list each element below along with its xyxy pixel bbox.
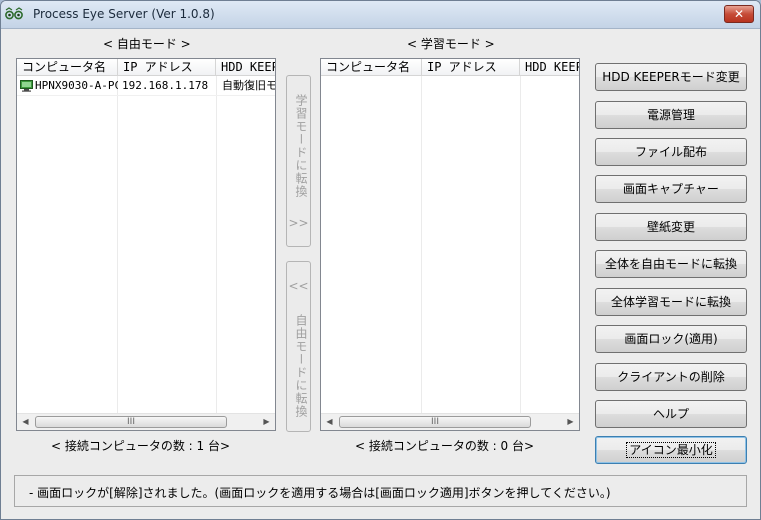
window-title: Process Eye Server (Ver 1.0.8) — [33, 7, 215, 21]
grid-divider — [520, 76, 521, 413]
grid-divider — [117, 76, 118, 413]
status-message: - 画面ロックが[解除]されました。(画面ロックを適用する場合は[画面ロック適用… — [29, 486, 611, 500]
status-bar: - 画面ロックが[解除]されました。(画面ロックを適用する場合は[画面ロック適用… — [14, 475, 747, 507]
double-right-arrow-icon: >> — [288, 216, 309, 230]
main-window: Process Eye Server (Ver 1.0.8) ✕ < 自由モード… — [0, 0, 761, 520]
power-management-button[interactable]: 電源管理 — [595, 101, 747, 129]
grid-divider — [17, 95, 275, 96]
free-mode-list[interactable]: コンピュータ名 IP アドレス HDD KEEPE HPNX9030-A-PC … — [16, 58, 276, 431]
scroll-left-icon[interactable]: ◀ — [321, 414, 338, 430]
hdd-keeper-mode-button[interactable]: HDD KEEPERモード変更 — [595, 63, 747, 91]
transfer-to-free-label: 自由モードに転換 — [294, 314, 308, 418]
scroll-left-icon[interactable]: ◀ — [17, 414, 34, 430]
scroll-right-icon[interactable]: ▶ — [562, 414, 579, 430]
minimize-to-icon-label: アイコン最小化 — [626, 442, 716, 458]
double-left-arrow-icon: << — [288, 279, 309, 293]
transfer-to-free-button[interactable]: << 自由モードに転換 — [286, 261, 311, 432]
transfer-to-learn-label: 学習モードに転換 — [294, 94, 308, 198]
scroll-right-icon[interactable]: ▶ — [258, 414, 275, 430]
title-bar[interactable]: Process Eye Server (Ver 1.0.8) ✕ — [1, 1, 760, 29]
screen-capture-button[interactable]: 画面キャプチャー — [595, 175, 747, 203]
all-to-learn-mode-button[interactable]: 全体学習モードに転換 — [595, 288, 747, 316]
owl-eyes-icon — [5, 7, 23, 20]
transfer-to-learn-button[interactable]: 学習モードに転換 >> — [286, 75, 311, 247]
scroll-thumb[interactable]: III — [339, 416, 531, 428]
computer-name-cell: HPNX9030-A-PC — [35, 79, 118, 92]
free-mode-horizontal-scrollbar[interactable]: ◀ III ▶ — [17, 413, 275, 430]
table-row[interactable]: HPNX9030-A-PC 192.168.1.178 自動復旧モ — [17, 77, 275, 95]
column-header-computer-name[interactable]: コンピュータ名 — [321, 59, 422, 76]
grid-divider — [421, 76, 422, 413]
hdd-keeper-cell: 自動復旧モ — [222, 79, 276, 92]
ip-address-cell: 192.168.1.178 — [122, 79, 209, 92]
column-header-hdd-keeper[interactable]: HDD KEEPE — [216, 59, 275, 76]
learn-mode-count: < 接続コンピュータの数 : 0 台> — [355, 439, 535, 453]
all-to-free-mode-button[interactable]: 全体を自由モードに転換 — [595, 250, 747, 278]
free-mode-caption: < 自由モード > — [103, 37, 191, 51]
free-mode-list-header: コンピュータ名 IP アドレス HDD KEEPE — [17, 59, 275, 76]
grid-divider — [216, 76, 217, 413]
minimize-to-icon-button[interactable]: アイコン最小化 — [595, 436, 747, 464]
client-area: < 自由モード > コンピュータ名 IP アドレス HDD KEEPE HPNX… — [1, 30, 760, 519]
close-icon: ✕ — [733, 7, 745, 21]
column-header-hdd-keeper[interactable]: HDD KEEPE — [520, 59, 579, 76]
close-button[interactable]: ✕ — [724, 5, 754, 23]
screen-lock-button[interactable]: 画面ロック(適用) — [595, 325, 747, 353]
column-header-ip-address[interactable]: IP アドレス — [118, 59, 216, 76]
help-button[interactable]: ヘルプ — [595, 400, 747, 428]
column-header-ip-address[interactable]: IP アドレス — [422, 59, 520, 76]
learn-mode-list[interactable]: コンピュータ名 IP アドレス HDD KEEPE ◀ III ▶ — [320, 58, 580, 431]
free-mode-count: < 接続コンピュータの数 : 1 台> — [51, 439, 231, 453]
file-distribution-button[interactable]: ファイル配布 — [595, 138, 747, 166]
scroll-thumb[interactable]: III — [35, 416, 227, 428]
computer-icon — [20, 80, 33, 92]
learn-mode-caption: < 学習モード > — [407, 37, 495, 51]
column-header-computer-name[interactable]: コンピュータ名 — [17, 59, 118, 76]
delete-client-button[interactable]: クライアントの削除 — [595, 363, 747, 391]
change-wallpaper-button[interactable]: 壁紙変更 — [595, 213, 747, 241]
learn-mode-list-header: コンピュータ名 IP アドレス HDD KEEPE — [321, 59, 579, 76]
learn-mode-horizontal-scrollbar[interactable]: ◀ III ▶ — [321, 413, 579, 430]
